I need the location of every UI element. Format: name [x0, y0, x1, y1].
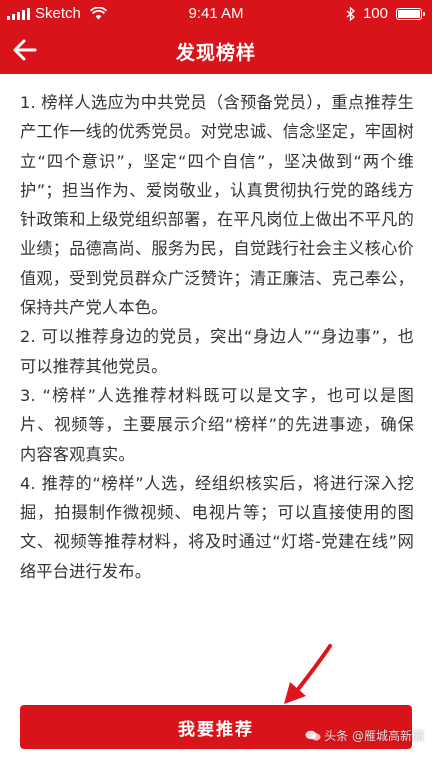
- red-arrow-pointer-icon: [284, 644, 332, 704]
- status-bar: Sketch 9:41 AM 100: [0, 0, 432, 28]
- page-title: 发现榜样: [175, 42, 256, 64]
- battery-percent: 100: [362, 5, 388, 22]
- recommend-button-label: 我要推荐: [178, 719, 254, 740]
- watermark: 头条 @雁城高新园: [305, 727, 424, 744]
- nav-bar: 发现榜样: [0, 28, 432, 74]
- rule-paragraph-1: 1. 榜样人选应为中共党员（含预备党员），重点推荐生产工作一线的优秀党员。对党忠…: [20, 93, 414, 318]
- rules-content: 1. 榜样人选应为中共党员（含预备党员），重点推荐生产工作一线的优秀党员。对党忠…: [0, 74, 432, 674]
- battery-icon: [396, 7, 425, 20]
- bluetooth-icon: [346, 6, 355, 21]
- watermark-text: 头条 @雁城高新园: [324, 729, 424, 743]
- rule-paragraph-2: 2. 可以推荐身边的党员，突出“身边人”“身边事”，也可以推荐其他党员。: [20, 327, 414, 376]
- rule-paragraph-4: 4. 推荐的“榜样”人选，经组织核实后，将进行深入挖掘，拍摄制作微视频、电视片等…: [20, 473, 414, 581]
- chat-bubble-icon: [305, 730, 321, 741]
- status-right: 100: [346, 5, 425, 22]
- rule-paragraph-3: 3. “榜样”人选推荐材料既可以是文字，也可以是图片、视频等，主要展示介绍“榜样…: [20, 385, 414, 464]
